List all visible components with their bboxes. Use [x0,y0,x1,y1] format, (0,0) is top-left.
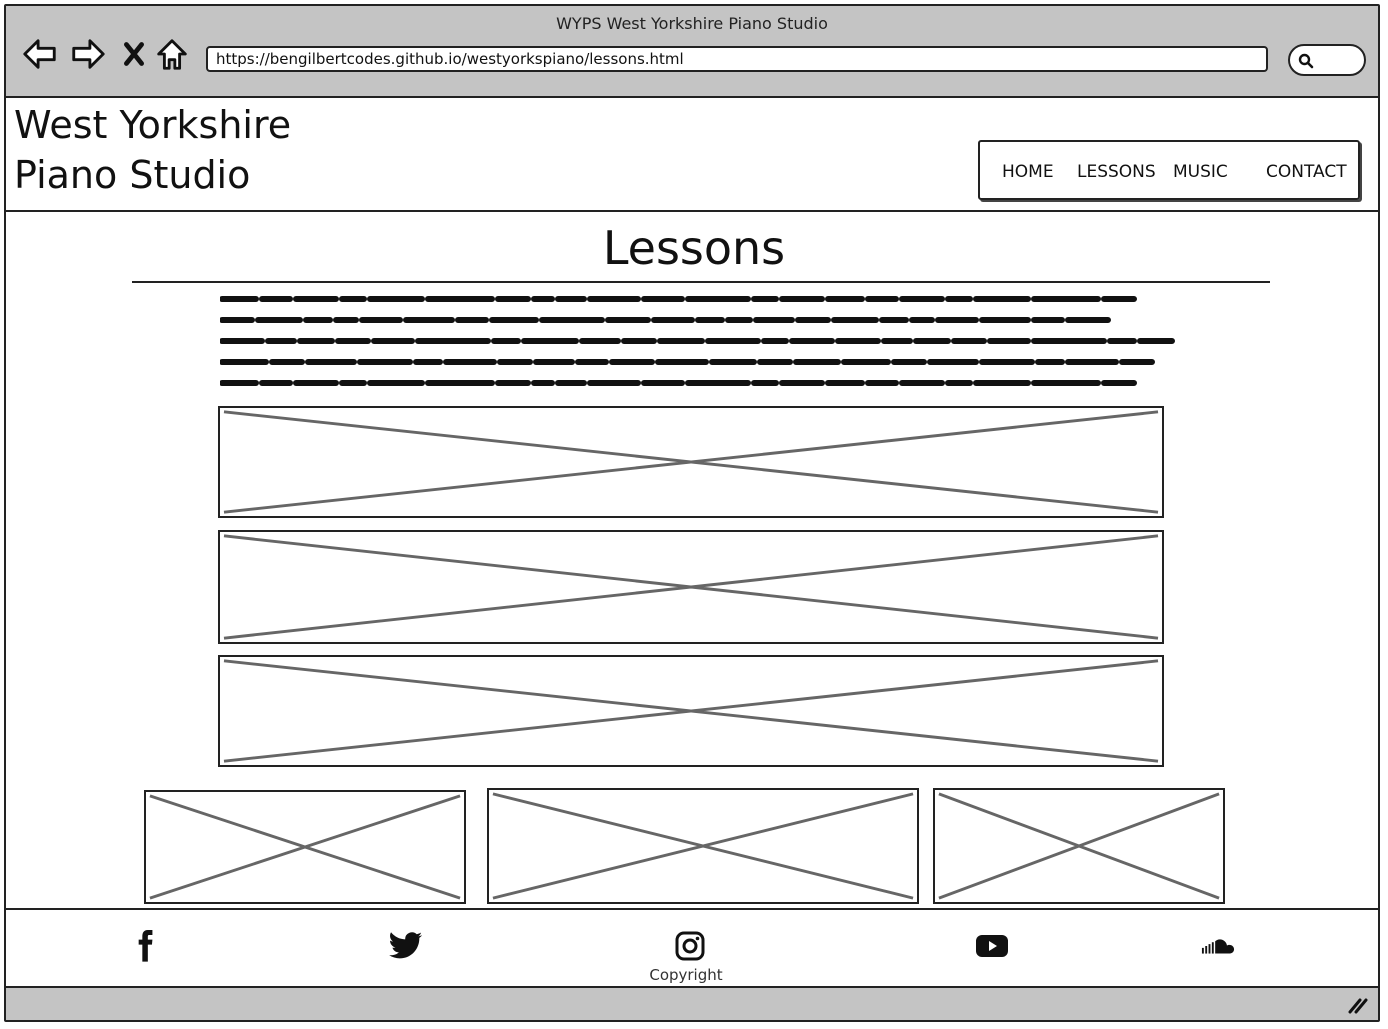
placeholder-text-block [220,296,1175,386]
site-logo[interactable]: West Yorkshire Piano Studio [14,100,334,200]
forward-arrow-icon[interactable] [68,34,108,74]
main-nav: HOME LESSONS MUSIC CONTACT [978,140,1360,200]
nav-home[interactable]: HOME [1002,162,1054,182]
instagram-icon[interactable] [672,928,708,964]
browser-status-bar [6,988,1378,1020]
image-placeholder-4 [144,790,466,904]
brand-line-1: West Yorkshire [14,103,292,147]
title-divider [132,281,1270,283]
nav-music[interactable]: MUSIC [1173,162,1228,182]
search-field[interactable] [1288,44,1366,76]
site-header: West Yorkshire Piano Studio HOME LESSONS… [6,98,1378,212]
copyright-text: Copyright [649,966,723,984]
facebook-icon[interactable] [128,928,164,964]
nav-contact[interactable]: CONTACT [1266,162,1347,182]
browser-toolbar: WYPS West Yorkshire Piano Studio https:/… [6,6,1378,98]
image-placeholder-1 [218,406,1164,518]
home-icon[interactable] [152,34,192,74]
back-arrow-icon[interactable] [20,34,60,74]
image-placeholder-3 [218,655,1164,767]
soundcloud-icon[interactable] [1200,928,1236,964]
youtube-icon[interactable] [974,928,1010,964]
twitter-icon[interactable] [388,928,424,964]
window-title: WYPS West Yorkshire Piano Studio [556,14,828,33]
resize-grip-icon[interactable] [1346,996,1368,1014]
address-bar[interactable]: https://bengilbertcodes.github.io/westyo… [206,46,1268,72]
page-title: Lessons [602,221,786,275]
brand-line-2: Piano Studio [14,153,251,197]
image-placeholder-2 [218,530,1164,644]
close-icon[interactable] [114,34,154,74]
site-footer: Copyright [6,908,1378,988]
search-icon [1298,53,1314,69]
image-placeholder-5 [487,788,919,904]
nav-lessons[interactable]: LESSONS [1077,162,1156,182]
image-placeholder-6 [933,788,1225,904]
